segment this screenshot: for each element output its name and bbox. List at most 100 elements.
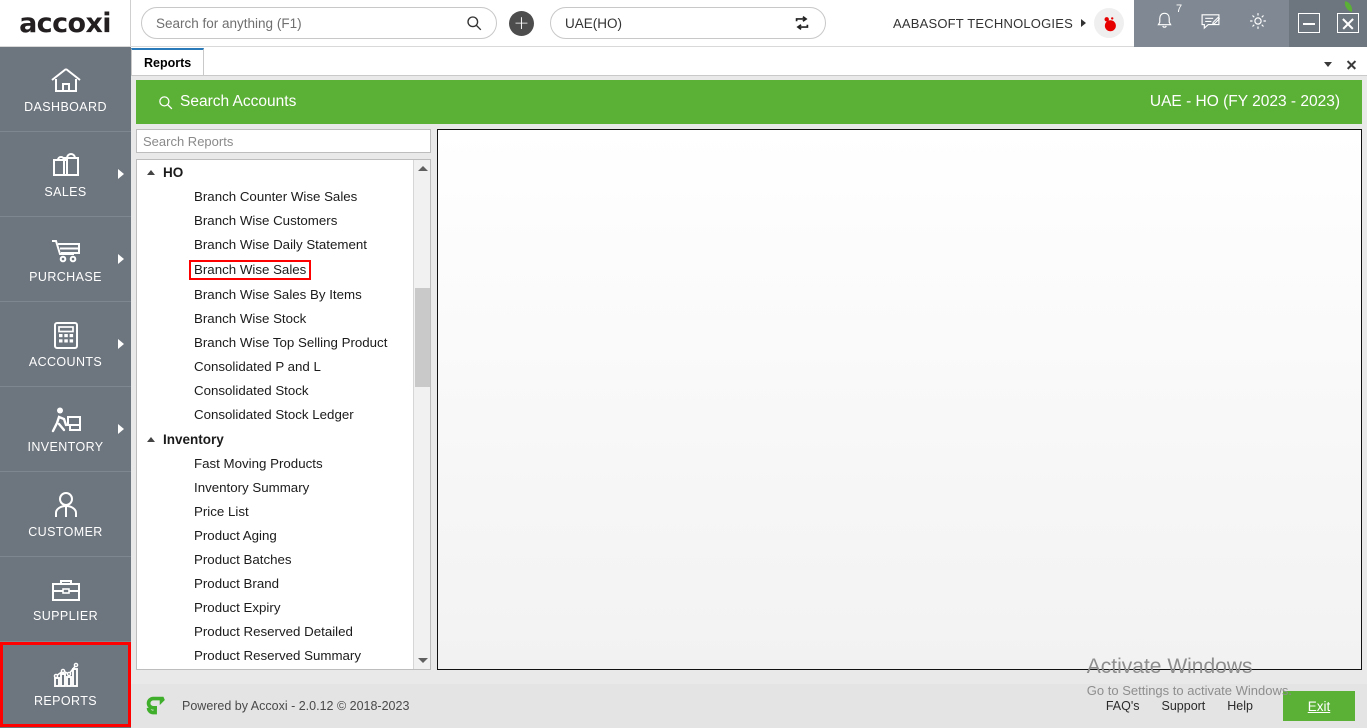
- sidebar-item-dashboard[interactable]: DASHBOARD: [0, 47, 131, 132]
- sidebar-label: SUPPLIER: [33, 609, 98, 623]
- tree-item[interactable]: Branch Wise Customers: [137, 209, 413, 233]
- reports-tree-scrollbar[interactable]: [413, 160, 430, 669]
- person-icon: [51, 490, 81, 520]
- avatar[interactable]: [1094, 8, 1124, 38]
- tree-item[interactable]: Product Aging: [137, 524, 413, 548]
- sidebar-item-customer[interactable]: CUSTOMER: [0, 472, 131, 557]
- chevron-right-icon: [118, 339, 124, 349]
- tree-item[interactable]: Inventory Summary: [137, 476, 413, 500]
- body-row: HO Branch Counter Wise Sales Branch Wise…: [136, 129, 1362, 670]
- tree-item[interactable]: Product Reserved Summary: [137, 644, 413, 668]
- sidebar-item-inventory[interactable]: INVENTORY: [0, 387, 131, 472]
- switch-branch-icon[interactable]: [793, 14, 811, 32]
- tree-item[interactable]: Branch Wise Daily Statement: [137, 233, 413, 257]
- tree-group-label: HO: [163, 165, 183, 180]
- faq-link[interactable]: FAQ's: [1106, 699, 1140, 713]
- global-search[interactable]: [141, 7, 497, 39]
- reports-panel: HO Branch Counter Wise Sales Branch Wise…: [136, 129, 431, 670]
- branch-fiscal-year: UAE - HO (FY 2023 - 2023): [1150, 93, 1340, 111]
- sidebar-label: DASHBOARD: [24, 100, 107, 114]
- scrollbar-thumb[interactable]: [415, 288, 430, 387]
- chevron-right-icon: [118, 254, 124, 264]
- triangle-up-icon: [418, 166, 428, 171]
- tree-group-inventory[interactable]: Inventory: [137, 427, 413, 452]
- search-input[interactable]: [156, 16, 466, 31]
- support-link[interactable]: Support: [1162, 699, 1206, 713]
- sidebar-label: INVENTORY: [27, 440, 103, 454]
- sidebar-item-sales[interactable]: SALES: [0, 132, 131, 217]
- tree-item[interactable]: Consolidated Stock: [137, 379, 413, 403]
- close-tab-icon[interactable]: [1346, 59, 1357, 70]
- chevron-up-icon: [147, 170, 155, 175]
- tree-item[interactable]: Product Reserved Detailed: [137, 620, 413, 644]
- search-reports-input[interactable]: [136, 129, 431, 153]
- tree-item[interactable]: Branch Counter Wise Sales: [137, 185, 413, 209]
- sidebar-item-accounts[interactable]: ACCOUNTS: [0, 302, 131, 387]
- footer-bar: Powered by Accoxi - 2.0.12 © 2018-2023 F…: [131, 684, 1367, 728]
- sidebar-label: PURCHASE: [29, 270, 102, 284]
- reports-tree: HO Branch Counter Wise Sales Branch Wise…: [136, 159, 431, 670]
- calculator-icon: [51, 320, 81, 350]
- powered-by-text: Powered by Accoxi - 2.0.12 © 2018-2023: [182, 699, 409, 713]
- settings-button[interactable]: [1247, 10, 1269, 37]
- company-menu[interactable]: AABASOFT TECHNOLOGIES: [893, 0, 1134, 46]
- report-preview-panel: [437, 129, 1362, 670]
- tree-item[interactable]: Product Batches: [137, 548, 413, 572]
- sidebar-item-supplier[interactable]: SUPPLIER: [0, 557, 131, 642]
- app-logo-text: accoxi: [19, 8, 111, 39]
- sidebar-label: SALES: [44, 185, 86, 199]
- help-link[interactable]: Help: [1227, 699, 1253, 713]
- main-sidebar: DASHBOARD SALES PURCHASE: [0, 47, 131, 728]
- chevron-right-icon: [118, 424, 124, 434]
- shopping-bag-icon: [50, 150, 82, 180]
- tree-item[interactable]: Branch Wise Top Selling Product: [137, 331, 413, 355]
- scroll-up-button[interactable]: [414, 160, 431, 177]
- notification-count-badge: 7: [1176, 3, 1182, 15]
- chevron-down-icon[interactable]: [1324, 62, 1332, 67]
- tree-item[interactable]: Consolidated Stock Ledger: [137, 403, 413, 427]
- add-new-button[interactable]: +: [509, 11, 534, 36]
- reports-tree-scroll-viewport: HO Branch Counter Wise Sales Branch Wise…: [137, 160, 413, 669]
- minimize-button[interactable]: [1298, 13, 1320, 33]
- page-title: Search Accounts: [158, 93, 296, 111]
- window-controls: [1289, 0, 1367, 47]
- messages-button[interactable]: [1199, 10, 1222, 37]
- sidebar-label: CUSTOMER: [28, 525, 103, 539]
- close-button[interactable]: [1337, 13, 1359, 33]
- tree-group-label: Inventory: [163, 432, 224, 447]
- tree-item[interactable]: Branch Wise Sales By Items: [137, 283, 413, 307]
- branch-selector[interactable]: UAE(HO): [550, 7, 826, 39]
- company-name: AABASOFT TECHNOLOGIES: [893, 16, 1073, 31]
- application-window: accoxi + UAE(HO) AABASOFT TECHNOLOGIES: [0, 0, 1367, 728]
- sidebar-item-reports[interactable]: REPORTS: [0, 642, 131, 727]
- system-tray: 7: [1134, 0, 1289, 47]
- tree-item-branch-wise-sales[interactable]: Branch Wise Sales: [137, 257, 413, 283]
- tree-item[interactable]: Consolidated P and L: [137, 355, 413, 379]
- gear-icon: [1247, 10, 1269, 32]
- bar-chart-icon: [49, 661, 83, 689]
- search-icon: [466, 15, 482, 31]
- sidebar-item-purchase[interactable]: PURCHASE: [0, 217, 131, 302]
- accoxi-logo-icon: [143, 693, 169, 719]
- home-icon: [48, 65, 84, 95]
- tree-item[interactable]: Price List: [137, 500, 413, 524]
- briefcase-icon: [49, 576, 83, 604]
- footer-links: FAQ's Support Help Exit: [1106, 691, 1355, 721]
- exit-button[interactable]: Exit: [1283, 691, 1355, 721]
- sidebar-label: ACCOUNTS: [29, 355, 102, 369]
- notifications-button[interactable]: 7: [1154, 10, 1175, 37]
- tab-strip-controls: [1324, 59, 1367, 75]
- tree-item[interactable]: Product Brand: [137, 572, 413, 596]
- message-icon: [1199, 10, 1222, 32]
- top-header-bar: accoxi + UAE(HO) AABASOFT TECHNOLOGIES: [0, 0, 1367, 47]
- user-avatar-icon: [1098, 12, 1120, 34]
- chevron-right-icon: [1081, 19, 1086, 27]
- tree-item[interactable]: Branch Wise Stock: [137, 307, 413, 331]
- tab-reports[interactable]: Reports: [131, 48, 204, 75]
- tree-item[interactable]: Fast Moving Products: [137, 452, 413, 476]
- scroll-down-button[interactable]: [414, 652, 431, 669]
- content-area: Search Accounts UAE - HO (FY 2023 - 2023…: [131, 76, 1367, 728]
- tree-group-ho[interactable]: HO: [137, 160, 413, 185]
- triangle-down-icon: [418, 658, 428, 663]
- tree-item[interactable]: Product Expiry: [137, 596, 413, 620]
